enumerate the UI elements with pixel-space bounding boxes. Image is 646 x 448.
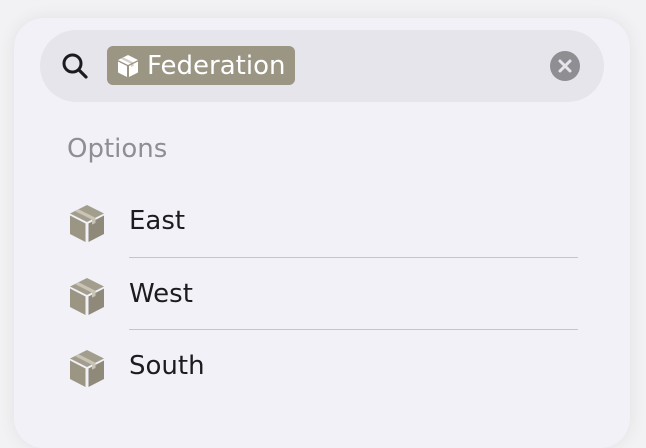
search-panel: Federation Options East West South [14,18,630,448]
search-token[interactable]: Federation [107,46,296,85]
search-bar[interactable]: Federation [40,30,604,102]
option-row-west[interactable]: West [14,259,630,331]
box-icon [118,54,138,77]
section-header-options: Options [67,134,168,164]
box-icon [70,278,104,315]
option-label: West [129,279,193,309]
option-row-east[interactable]: East [14,186,630,258]
clear-search-button[interactable] [550,51,580,81]
box-icon [70,205,104,242]
search-token-label: Federation [147,50,286,81]
option-label: South [129,351,205,381]
box-icon [70,350,104,387]
option-label: East [129,206,186,236]
divider [129,329,578,330]
search-icon [62,53,88,79]
divider [129,257,578,258]
option-row-south[interactable]: South [14,331,630,403]
close-icon [558,59,572,73]
background-header [0,0,646,20]
